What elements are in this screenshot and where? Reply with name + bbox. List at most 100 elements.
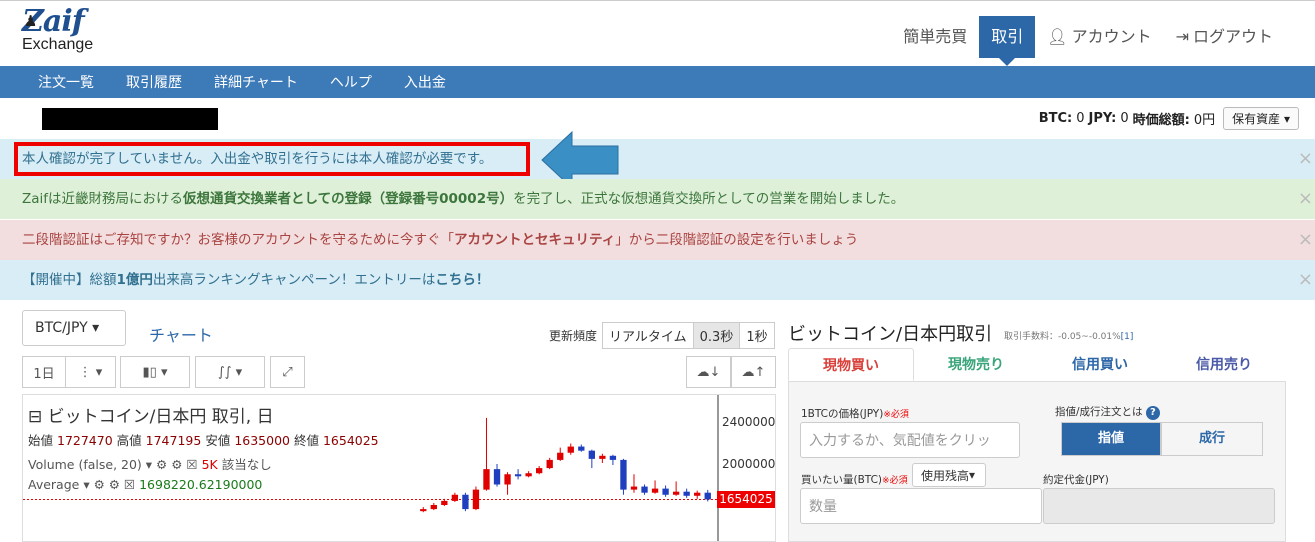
amount-label-text: 買いたい量(BTC) [801, 474, 883, 486]
total-output [1043, 488, 1275, 524]
candle [651, 480, 659, 494]
cloud-download-icon[interactable]: ☁↓ [686, 356, 731, 388]
candle [620, 458, 627, 495]
nav-logout[interactable]: ⇥ ログアウト [1164, 16, 1285, 58]
nav-trade[interactable]: 取引 [979, 16, 1036, 66]
candle-body [420, 509, 427, 512]
tab-spot-sell[interactable]: 現物売り [914, 348, 1038, 381]
candle [430, 502, 437, 511]
freq-realtime[interactable]: リアルタイム [602, 322, 694, 349]
alert-campaign-link[interactable]: こちら！ [435, 272, 489, 288]
y-tick-2000000: 2000000 [722, 457, 776, 471]
cloud-upload-icon[interactable]: ☁↑ [731, 356, 776, 388]
candle [557, 447, 564, 461]
candle-body [483, 469, 490, 490]
candle-body [557, 452, 564, 460]
menu-deposit[interactable]: 入出金 [388, 72, 462, 92]
assets-button[interactable]: 保有資産 ▾ [1223, 107, 1299, 130]
close-icon[interactable]: × [1298, 179, 1313, 219]
fullscreen-icon[interactable]: ⤢ [270, 356, 305, 388]
candle-body [620, 459, 627, 490]
freq-0-3s[interactable]: 0.3秒 [692, 322, 741, 349]
tab-spot-buy[interactable]: 現物買い [788, 348, 914, 381]
alert-registration: Zaifは近畿財務局における仮想通貨交換業者としての登録（登録番号00002号）… [0, 179, 1315, 219]
highlight-box [14, 142, 530, 176]
price-label-text: 1BTCの価格(JPY) [801, 408, 884, 420]
fee-info: 取引手数料：-0.05~-0.01%[1] [1004, 329, 1133, 342]
candle-body [525, 473, 532, 477]
assets-button-label: 保有資産 [1232, 112, 1281, 126]
close-icon[interactable]: × [1298, 220, 1313, 260]
total-label: 約定代金(JPY) [1043, 474, 1109, 486]
fee-link[interactable]: [1] [1121, 332, 1134, 342]
order-tabs: 現物買い 現物売り 信用買い 信用売り [788, 348, 1286, 382]
price-input[interactable]: 入力するか、気配値をクリッ [800, 422, 1020, 458]
alert-twofa-pre: 二段階認証はご存知ですか？お客様のアカウントを守るために今すぐ「 [22, 232, 454, 248]
candle-body [704, 492, 711, 500]
menu-detailed-chart[interactable]: 詳細チャート [198, 72, 314, 92]
alert-twofa-post: 」から二段階認証の設定を行いましょう [615, 232, 859, 248]
close-icon[interactable]: × [1298, 139, 1313, 179]
menu-help[interactable]: ヘルプ [314, 72, 388, 92]
sub-menu: 注文一覧 取引履歴 詳細チャート ヘルプ 入出金 [0, 66, 1315, 98]
tab-margin-sell[interactable]: 信用売り [1162, 348, 1286, 381]
candlestick-icon[interactable]: ▮▯ ▾ [120, 356, 190, 388]
limit-order-button[interactable]: 指値 [1061, 422, 1161, 456]
pair-select[interactable]: BTC/JPY ▾ [22, 310, 126, 346]
candle [504, 472, 511, 495]
candle-body [451, 494, 459, 501]
candle [462, 492, 469, 512]
close-label: 終値 [293, 433, 319, 448]
nav-simple-trade[interactable]: 簡単売買 [891, 16, 979, 58]
amount-input[interactable]: 数量 [800, 488, 1042, 524]
candle [672, 481, 680, 496]
candle [567, 443, 574, 455]
candle [493, 464, 501, 487]
candle [514, 469, 522, 480]
candle-body [651, 488, 659, 493]
redacted-username [42, 108, 218, 130]
nav-account[interactable]: 👤︎ アカウント [1035, 16, 1163, 58]
total-value: 0円 [1193, 113, 1216, 128]
average-value: 1698220.62190000 [139, 477, 263, 492]
market-order-button[interactable]: 成行 [1161, 422, 1263, 456]
limit-help: 指値/成行注文とは ? [1055, 404, 1160, 420]
chart-link[interactable]: チャート [149, 322, 213, 346]
menu-dots-icon[interactable]: ⋮ ▾ [65, 356, 116, 388]
candle [525, 471, 532, 478]
help-icon[interactable]: ? [1145, 406, 1160, 420]
menu-orders[interactable]: 注文一覧 [22, 72, 110, 92]
amount-input-placeholder: 数量 [809, 499, 837, 515]
candle-body [493, 469, 501, 485]
freq-1s[interactable]: 1秒 [739, 322, 775, 349]
ohlc-readout: 始値 1727470 高値 1747195 安値 1635000 終値 1654… [28, 430, 379, 449]
balance-summary: BTC: 0 JPY: 0 時価総額: 0円 保有資産 ▾ [1039, 107, 1299, 130]
high-label: 高値 [116, 433, 142, 448]
jpy-value: 0 [1120, 111, 1129, 126]
average-readout: Average ▾ ⚙ ⚙ ☒ 1698220.62190000 [28, 477, 263, 492]
candle [451, 492, 459, 502]
alert-twofa-link[interactable]: アカウントとセキュリティ [454, 232, 615, 248]
order-title: ビットコイン/日本円取引 [788, 324, 993, 345]
interval-button[interactable]: 1日 [22, 356, 66, 388]
candle-body [694, 492, 701, 496]
candle-body [472, 489, 480, 510]
candle [420, 507, 427, 513]
indicator-icon[interactable]: ∫∫ ▾ [195, 356, 265, 388]
use-balance-button[interactable]: 使用残高 ▾ [912, 463, 986, 487]
close-icon[interactable]: × [1298, 260, 1313, 300]
nav-account-label: アカウント [1071, 27, 1152, 46]
low-label: 安値 [205, 433, 231, 448]
candle-body [609, 455, 617, 460]
candle [483, 417, 490, 491]
user-icon: ♟ [24, 12, 38, 30]
tab-margin-buy[interactable]: 信用買い [1038, 348, 1162, 381]
fee-label: 取引手数料：-0.05~-0.01% [1004, 332, 1121, 342]
close-value: 1654025 [322, 433, 379, 448]
low-value: 1635000 [234, 433, 290, 448]
interval-label: 1日 [33, 366, 55, 382]
menu-history[interactable]: 取引履歴 [110, 72, 198, 92]
alert-registration-post: を完了し、正式な仮想通貨交換所としての営業を開始しました。 [513, 191, 905, 207]
update-frequency: 更新頻度 リアルタイム 0.3秒 1秒 [549, 322, 775, 349]
candle-body [536, 468, 543, 474]
